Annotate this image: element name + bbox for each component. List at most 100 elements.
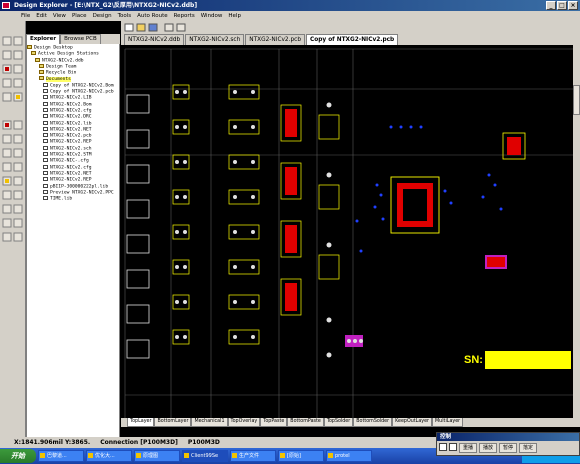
menu-design[interactable]: Design bbox=[92, 13, 113, 19]
taskbar-item[interactable]: [原始] bbox=[278, 450, 324, 462]
maximize-button[interactable]: □ bbox=[557, 1, 567, 10]
status-component: P100M3D bbox=[187, 439, 220, 446]
select-tool-icon bbox=[2, 36, 12, 46]
string-tool-icon bbox=[2, 78, 12, 88]
document-icon bbox=[43, 164, 48, 169]
minimize-button[interactable]: _ bbox=[546, 1, 556, 10]
window-title-bar: Design Explorer - [E:\NTX_G2\反厚用\NTXG2-N… bbox=[0, 0, 580, 11]
layer-tab-bottom-solder[interactable]: BottomSolder bbox=[353, 418, 393, 427]
tab-explorer[interactable]: Explorer bbox=[26, 34, 61, 44]
resistor-array bbox=[172, 84, 260, 345]
vertical-scrollbar[interactable] bbox=[573, 45, 580, 418]
document-icon bbox=[43, 107, 48, 112]
document-icon bbox=[43, 196, 48, 201]
text-tool-icon bbox=[13, 176, 23, 186]
stop-icon[interactable] bbox=[439, 443, 447, 451]
document-icon bbox=[43, 120, 48, 125]
layer-tab-top-paste[interactable]: TopPaste bbox=[260, 418, 288, 427]
tool-palette[interactable] bbox=[0, 21, 26, 447]
tab-ddb[interactable]: NTXG2-NICv2.ddb bbox=[124, 34, 185, 45]
tab-browse-pcb[interactable]: Browse PCB bbox=[60, 34, 101, 44]
open-icon bbox=[136, 23, 146, 32]
taskbar-item[interactable]: Client99Se bbox=[182, 450, 228, 462]
document-icon bbox=[43, 170, 48, 175]
app-icon bbox=[2, 2, 10, 9]
document-icon bbox=[43, 133, 48, 138]
menu-file[interactable]: File bbox=[20, 13, 31, 19]
layer-tab-top[interactable]: TopLayer bbox=[127, 418, 155, 427]
tree-item[interactable]: TIME.lib bbox=[27, 196, 119, 202]
polygon-tool-icon bbox=[2, 92, 12, 102]
menu-reports[interactable]: Reports bbox=[173, 13, 196, 19]
document-icon bbox=[43, 82, 48, 87]
layer-tab-mechanical1[interactable]: Mechanical1 bbox=[191, 418, 228, 427]
image-tool-icon bbox=[13, 204, 23, 214]
right-components bbox=[345, 132, 526, 347]
database-icon bbox=[35, 57, 40, 62]
arc-center-tool-icon bbox=[2, 162, 12, 172]
layer-tab-multilayer[interactable]: MultiLayer bbox=[432, 418, 464, 427]
toolbar-icons[interactable] bbox=[121, 21, 580, 34]
layer-tab-top-solder[interactable]: TopSolder bbox=[323, 418, 354, 427]
control-panel-title: 控制 bbox=[437, 433, 579, 441]
layer-tab-top-overlay[interactable]: TopOverlay bbox=[227, 418, 261, 427]
main-toolbar bbox=[121, 21, 580, 34]
tab-sch[interactable]: NTXG2-NICv2.sch bbox=[185, 34, 245, 45]
recycle-bin-icon bbox=[39, 70, 44, 75]
taskbar-item[interactable]: 巴黎道... bbox=[38, 450, 84, 462]
control-panel: 控制 重播 播放 暂停 落定 bbox=[436, 432, 580, 456]
document-icon bbox=[43, 145, 48, 150]
folder-icon bbox=[39, 76, 44, 81]
room-tool-icon bbox=[2, 148, 12, 158]
folder-icon bbox=[39, 63, 44, 68]
record-icon[interactable] bbox=[449, 443, 457, 451]
tab-copy-pcb[interactable]: Copy of NTXG2-NICv2.pcb bbox=[306, 34, 399, 45]
document-icon bbox=[43, 158, 48, 163]
taskbar-item[interactable]: protel bbox=[326, 450, 372, 462]
taskbar-item[interactable]: 原理图 bbox=[134, 450, 180, 462]
replay-button[interactable]: 重播 bbox=[459, 443, 478, 453]
menu-window[interactable]: Window bbox=[200, 13, 224, 19]
zoom-in-icon bbox=[164, 23, 174, 32]
taskbar-item[interactable]: 优化大... bbox=[86, 450, 132, 462]
save-icon bbox=[148, 23, 158, 32]
layer-tab-bottom-paste[interactable]: BottomPaste bbox=[287, 418, 324, 427]
document-icon bbox=[43, 126, 48, 131]
start-button[interactable]: 开始 bbox=[0, 449, 36, 463]
serial-number-label: SN: bbox=[464, 354, 483, 366]
chip-column bbox=[318, 102, 340, 358]
document-icon bbox=[43, 139, 48, 144]
play-button[interactable]: 播放 bbox=[479, 443, 498, 453]
folder-icon bbox=[31, 51, 36, 56]
window-title: Design Explorer - [E:\NTX_G2\反厚用\NTXG2-N… bbox=[14, 2, 198, 9]
confirm-button[interactable]: 落定 bbox=[519, 443, 538, 453]
rectangle-tool-icon bbox=[13, 190, 23, 200]
document-icon bbox=[43, 114, 48, 119]
menu-help[interactable]: Help bbox=[227, 13, 242, 19]
bus-tool-icon bbox=[13, 232, 23, 242]
menu-edit[interactable]: Edit bbox=[35, 13, 48, 19]
layer-tab-keepout[interactable]: KeepOutLayer bbox=[392, 418, 433, 427]
coordinate-tool-icon bbox=[2, 134, 12, 144]
status-connection: Connection [P100M3D] bbox=[100, 439, 178, 446]
pcb-canvas[interactable]: SN: bbox=[121, 45, 573, 418]
menu-auto-route[interactable]: Auto Route bbox=[136, 13, 168, 19]
pcb-board[interactable] bbox=[121, 45, 573, 418]
explorer-tabs: Explorer Browse PCB bbox=[26, 34, 120, 44]
pause-button[interactable]: 暂停 bbox=[499, 443, 518, 453]
close-button[interactable]: × bbox=[568, 1, 578, 10]
line-tool-icon bbox=[2, 190, 12, 200]
menu-view[interactable]: View bbox=[52, 13, 67, 19]
menu-place[interactable]: Place bbox=[71, 13, 88, 19]
connector-column bbox=[126, 94, 150, 359]
tab-pcb[interactable]: NTXG2-NICv2.pcb bbox=[245, 34, 306, 45]
layer-tab-bottom[interactable]: BottomLayer bbox=[154, 418, 192, 427]
document-icon bbox=[43, 189, 48, 194]
measure-tool-icon bbox=[2, 218, 12, 228]
menu-bar: File Edit View Place Design Tools Auto R… bbox=[0, 11, 580, 21]
scrollbar-thumb[interactable] bbox=[573, 85, 580, 115]
menu-tools[interactable]: Tools bbox=[117, 13, 133, 19]
polyline-tool-icon bbox=[13, 218, 23, 228]
folder-icon bbox=[27, 45, 32, 49]
taskbar-item[interactable]: 生产文件 bbox=[230, 450, 276, 462]
